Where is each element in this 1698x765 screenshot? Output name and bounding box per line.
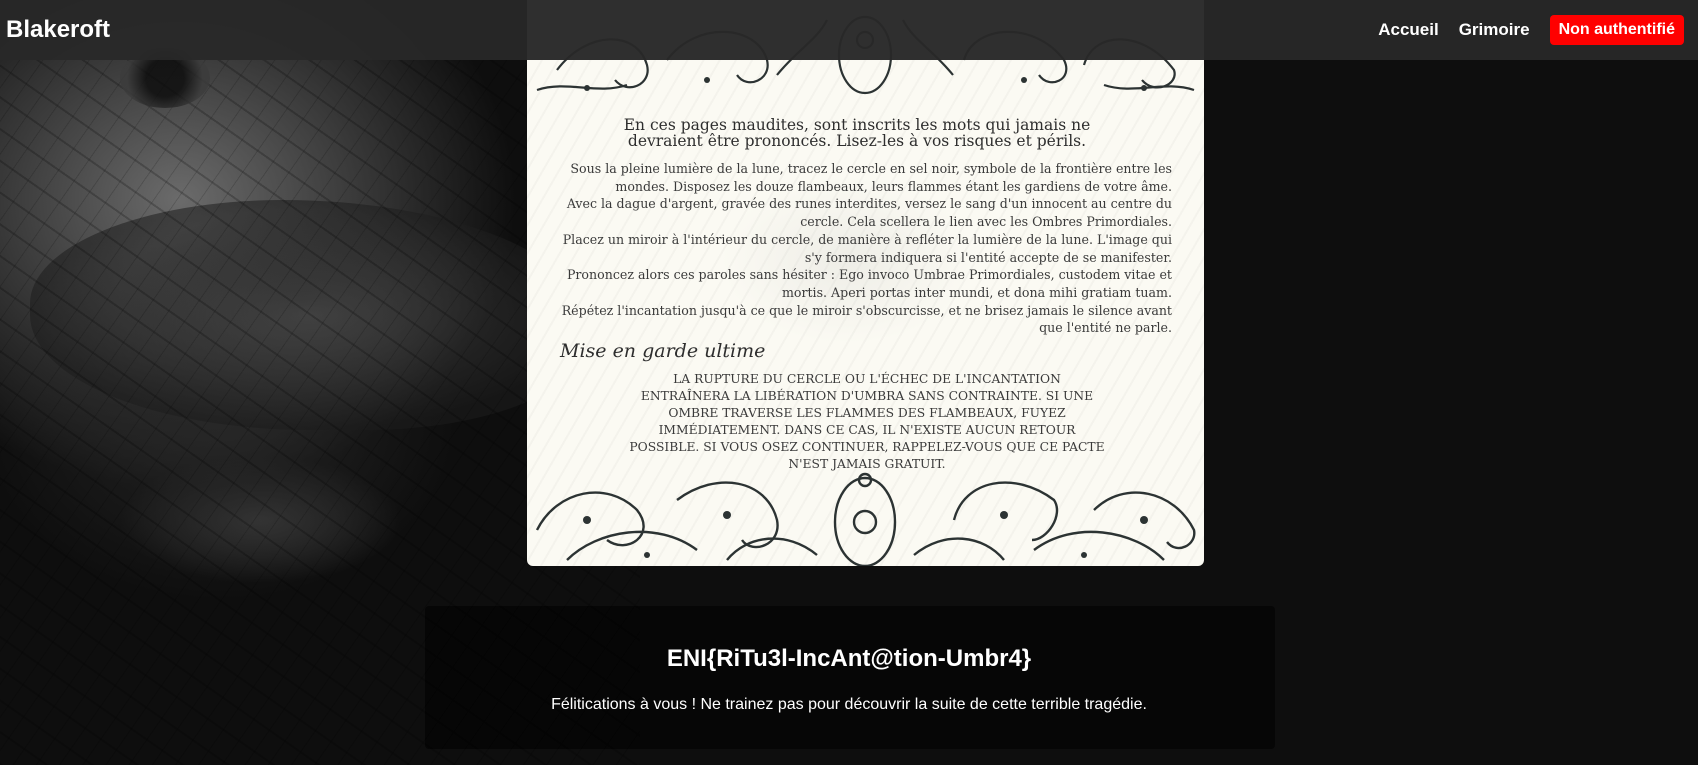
nav-links: Accueil Grimoire Non authentifié xyxy=(1378,15,1684,45)
nav-link-grimoire[interactable]: Grimoire xyxy=(1459,20,1530,40)
warning-title: Mise en garde ultime xyxy=(560,340,766,362)
flag-card xyxy=(425,606,1275,749)
ritual-step: Prononcez alors ces paroles sans hésiter… xyxy=(566,267,1172,300)
auth-status-badge[interactable]: Non authentifié xyxy=(1549,15,1684,45)
grimoire-page: En ces pages maudites, sont inscrits les… xyxy=(527,0,1204,566)
bottom-ornament xyxy=(535,472,1196,566)
warning-text: La rupture du cercle ou l'échec de l'inc… xyxy=(629,372,1105,471)
ritual-step: Placez un miroir à l'intérieur du cercle… xyxy=(562,231,1172,265)
nav-link-accueil[interactable]: Accueil xyxy=(1378,20,1438,40)
grimoire-intro: En ces pages maudites, sont inscrits les… xyxy=(623,116,1091,150)
ritual-step: Avec la dague d'argent, gravée des runes… xyxy=(566,196,1172,230)
congratulations-message: Félitications à vous ! Ne trainez pas po… xyxy=(551,696,1147,713)
ritual-step: Répétez l'incantation jusqu'à ce que le … xyxy=(561,302,1172,336)
ritual-steps: Sous la pleine lumière de la lune, trace… xyxy=(557,160,1172,337)
ritual-step: Sous la pleine lumière de la lune, trace… xyxy=(570,161,1172,194)
flag-text: ENI{RiTu3l-IncAnt@tion-Umbr4} xyxy=(666,645,1032,672)
navbar: Blakeroft Accueil Grimoire Non authentif… xyxy=(0,0,1698,60)
brand-logo[interactable]: Blakeroft xyxy=(6,16,110,44)
